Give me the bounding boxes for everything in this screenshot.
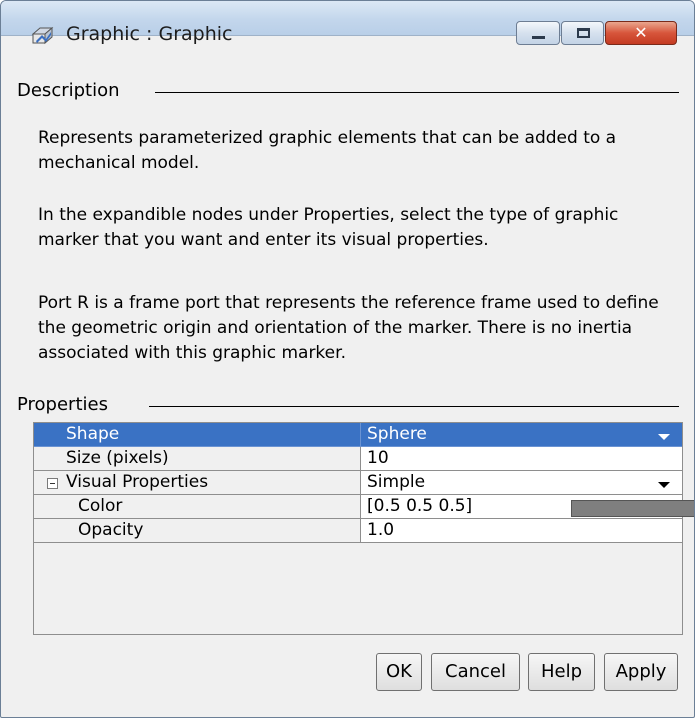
cancel-button[interactable]: Cancel [431,653,520,691]
visual-properties-dropdown[interactable]: Simple [361,471,682,495]
title-bar[interactable]: Graphic : Graphic ✕ [1,1,694,45]
description-divider [155,92,679,93]
property-name-color[interactable]: Color [34,495,361,519]
property-row-shape[interactable]: Shape Sphere [34,423,682,447]
property-name-visual-properties[interactable]: Visual Properties [34,471,361,495]
collapse-icon[interactable] [47,478,58,489]
description-paragraph-1: Represents parameterized graphic element… [38,128,617,173]
property-row-color[interactable]: Color [0.5 0.5 0.5] [34,495,694,519]
graphic-block-icon [31,26,54,45]
properties-divider [149,406,679,407]
description-paragraph-2: In the expandible nodes under Properties… [38,205,619,250]
opacity-value: 1.0 [367,520,395,540]
color-value: [0.5 0.5 0.5] [367,496,473,516]
description-paragraph-3: Port R is a frame port that represents t… [38,293,659,363]
help-button[interactable]: Help [528,653,595,691]
shape-dropdown[interactable]: Sphere [361,423,682,447]
window-title: Graphic : Graphic [66,23,233,45]
dropdown-arrow-icon[interactable] [658,434,670,440]
shape-value: Sphere [367,424,427,444]
description-header: Description [17,80,120,101]
size-input[interactable]: 10 [361,447,682,471]
property-name-size[interactable]: Size (pixels) [34,447,361,471]
close-icon: ✕ [634,23,648,42]
apply-button[interactable]: Apply [604,653,678,691]
visual-properties-value: Simple [367,472,426,492]
property-grid[interactable]: Shape Sphere Size (pixels) 10 Visual Pro… [33,422,694,635]
dropdown-arrow-icon[interactable] [658,482,670,488]
minimize-button[interactable] [516,21,560,45]
properties-header: Properties [17,394,108,415]
color-input[interactable]: [0.5 0.5 0.5] [361,495,694,519]
dialog-window: Graphic : Graphic ✕ Description Represen… [0,0,695,718]
property-row-size[interactable]: Size (pixels) 10 [34,447,682,471]
size-value: 10 [367,448,389,468]
property-name-shape[interactable]: Shape [34,423,361,447]
ok-button[interactable]: OK [376,653,422,691]
minimize-icon [532,36,545,39]
maximize-icon [577,28,590,38]
opacity-input[interactable]: 1.0 [361,519,682,543]
color-swatch[interactable] [571,500,694,517]
close-button[interactable]: ✕ [605,21,677,45]
property-row-opacity[interactable]: Opacity 1.0 [34,519,682,543]
property-name-opacity[interactable]: Opacity [34,519,361,543]
maximize-button[interactable] [561,21,604,45]
property-row-visual-properties[interactable]: Visual Properties Simple [34,471,682,495]
